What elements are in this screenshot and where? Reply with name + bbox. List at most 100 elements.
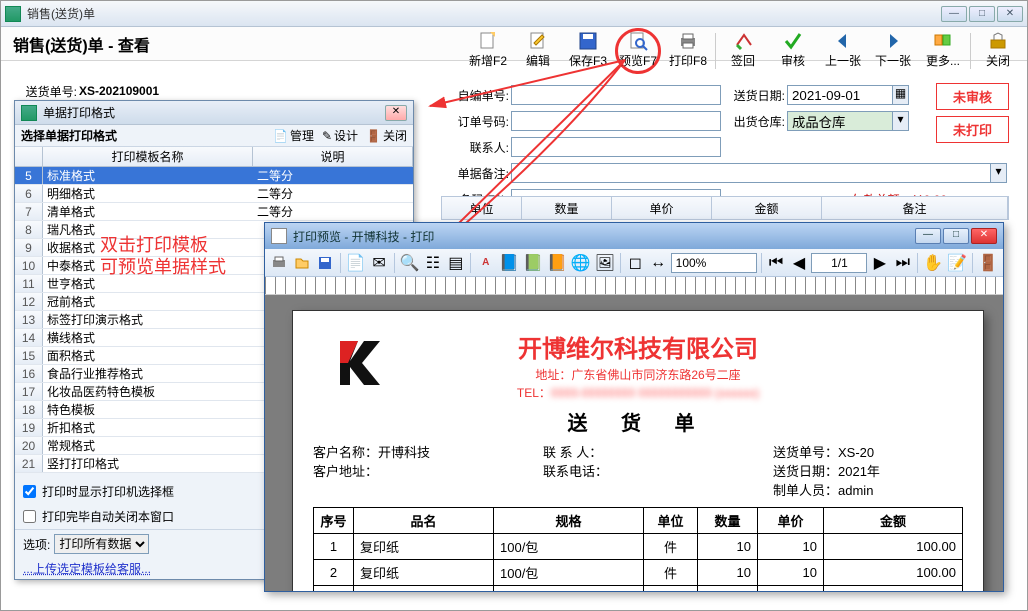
- template-close-x[interactable]: ✕: [385, 105, 407, 121]
- col-unit: 单位: [442, 197, 522, 219]
- template-close-button[interactable]: 🚪关闭: [366, 127, 407, 144]
- pv-note-icon[interactable]: 📝: [946, 252, 968, 274]
- template-row[interactable]: 5标准格式二等分: [15, 167, 413, 185]
- pv-next-icon[interactable]: ▶: [869, 252, 890, 274]
- company-address: 地址：广东省佛山市同济东路26号二座: [313, 366, 963, 383]
- col-amount: 金额: [712, 197, 822, 219]
- maximize-button[interactable]: □: [969, 6, 995, 22]
- contact-label: 联系人:: [451, 139, 509, 156]
- pv-print-icon[interactable]: [269, 252, 290, 274]
- pv-mail-icon[interactable]: ✉: [369, 252, 390, 274]
- pv-first-icon[interactable]: ⏮: [766, 252, 787, 274]
- close-button[interactable]: ✕: [997, 6, 1023, 22]
- status-unaudit: 未审核: [936, 83, 1009, 110]
- remark-input[interactable]: [511, 163, 991, 183]
- company-tel: TEL：0000-00000000 00000000000 (xxxxxx): [313, 384, 963, 401]
- order-no-label: 订单号码:: [451, 113, 509, 130]
- preview-canvas[interactable]: 开博维尔科技有限公司 地址：广东省佛山市同济东路26号二座 TEL：0000-0…: [265, 295, 1003, 591]
- tpl-col-desc: 说明: [253, 147, 413, 166]
- template-manage-button[interactable]: 📄管理: [273, 127, 314, 144]
- pv-tree-icon[interactable]: ☷: [422, 252, 443, 274]
- logo-icon: [333, 339, 385, 387]
- dialog-icon: [21, 105, 37, 121]
- preview-button[interactable]: 预览F7: [615, 28, 661, 74]
- pv-last-icon[interactable]: ⏭: [892, 252, 913, 274]
- remark-dropdown-icon[interactable]: ▾: [991, 163, 1007, 183]
- template-row[interactable]: 6明细格式二等分: [15, 185, 413, 203]
- opt-show-printer-checkbox[interactable]: [23, 485, 36, 498]
- doc-title: 送 货 单: [313, 407, 963, 436]
- pv-export-icon[interactable]: 📄: [345, 252, 367, 274]
- print-button[interactable]: 打印F8: [665, 31, 711, 71]
- tpl-col-name: 打印模板名称: [43, 147, 253, 166]
- main-titlebar: 销售(送货)单 — □ ✕: [1, 1, 1027, 27]
- return-button[interactable]: 签回: [720, 31, 766, 71]
- pv-zoom-input[interactable]: [671, 253, 757, 273]
- status-unprint: 未打印: [936, 116, 1009, 143]
- pv-html-icon[interactable]: 🌐: [570, 252, 592, 274]
- remark-label: 单据备注:: [451, 165, 509, 182]
- close-button-tb[interactable]: 关闭: [975, 31, 1021, 71]
- pv-page-input[interactable]: [811, 253, 867, 273]
- company-name: 开博维尔科技有限公司: [313, 329, 963, 364]
- warehouse-label: 出货仓库:: [727, 113, 785, 130]
- preview-window: 打印预览 - 开博科技 - 打印 — □ ✕ 📄 ✉ 🔍 ☷ ▤ A 📘 📗 📙…: [264, 222, 1004, 592]
- new-button[interactable]: 新增F2: [465, 31, 511, 71]
- edit-button[interactable]: 编辑: [515, 31, 561, 71]
- pv-exit-icon[interactable]: 🚪: [977, 252, 999, 274]
- preview-title: 打印预览 - 开博科技 - 打印: [293, 228, 434, 245]
- template-subbar: 选择单据打印格式 📄管理 ✎设计 🚪关闭: [15, 125, 413, 147]
- warehouse-dropdown-icon[interactable]: ▾: [893, 111, 909, 131]
- opt-autoclose-checkbox[interactable]: [23, 510, 36, 523]
- pv-img-icon[interactable]: 🖼: [594, 252, 616, 274]
- pv-pdf-icon[interactable]: A: [475, 252, 496, 274]
- audit-button[interactable]: 审核: [770, 31, 816, 71]
- preview-min-button[interactable]: —: [915, 228, 941, 244]
- pv-save-icon[interactable]: [315, 252, 336, 274]
- pv-open-icon[interactable]: [292, 252, 313, 274]
- preview-titlebar: 打印预览 - 开博科技 - 打印 — □ ✕: [265, 223, 1003, 249]
- app-icon: [5, 6, 21, 22]
- template-row[interactable]: 7清单格式二等分: [15, 203, 413, 221]
- self-no-input[interactable]: [511, 85, 721, 105]
- more-button[interactable]: 更多...: [920, 31, 966, 71]
- col-price: 单价: [612, 197, 712, 219]
- calendar-icon[interactable]: ▦: [893, 85, 909, 105]
- preview-close-button[interactable]: ✕: [971, 228, 997, 244]
- pv-thumb-icon[interactable]: ▤: [445, 252, 466, 274]
- preview-ruler: [265, 277, 1003, 295]
- pv-xls-icon[interactable]: 📗: [522, 252, 544, 274]
- template-title: 单据打印格式: [43, 104, 115, 121]
- doc-table: 序号品名规格单位数量单价金额 1复印纸100/包件1010100.002复印纸1…: [313, 507, 963, 591]
- order-no-input[interactable]: [511, 111, 721, 131]
- template-subtitle: 选择单据打印格式: [21, 127, 265, 144]
- main-grid-header: 单位 数量 单价 金额 备注: [441, 196, 1009, 220]
- pv-csv-icon[interactable]: 📙: [546, 252, 568, 274]
- deliver-no-label: 送货单号:: [19, 83, 77, 100]
- pv-hand-icon[interactable]: ✋: [922, 252, 944, 274]
- filter-label: 选项:: [23, 536, 50, 553]
- deliver-date-label: 送货日期:: [727, 87, 785, 104]
- minimize-button[interactable]: —: [941, 6, 967, 22]
- pv-rtf-icon[interactable]: 📘: [498, 252, 520, 274]
- pv-find-icon[interactable]: 🔍: [399, 252, 421, 274]
- preview-max-button[interactable]: □: [943, 228, 969, 244]
- preview-icon: [271, 228, 287, 244]
- form-right2: 送货日期: ▦ 出货仓库: ▾: [727, 83, 909, 135]
- template-grid-header: 打印模板名称 说明: [15, 147, 413, 167]
- pv-fitpage-icon[interactable]: ◻: [625, 252, 646, 274]
- pv-prev-icon[interactable]: ◀: [789, 252, 810, 274]
- preview-toolbar: 📄 ✉ 🔍 ☷ ▤ A 📘 📗 📙 🌐 🖼 ◻ ↔ ⏮ ◀ ▶ ⏭ ✋ 📝 🚪: [265, 249, 1003, 277]
- next-button[interactable]: 下一张: [870, 31, 916, 71]
- deliver-no-value: XS-202109001: [79, 84, 159, 98]
- filter-select[interactable]: 打印所有数据: [54, 534, 149, 554]
- save-button[interactable]: 保存F3: [565, 31, 611, 71]
- top-toolbar: 新增F2 编辑 保存F3 预览F7 打印F8 签回 审核 上一张 下一张 更多.…: [465, 29, 1021, 73]
- contact-input[interactable]: [511, 137, 721, 157]
- template-design-button[interactable]: ✎设计: [322, 127, 358, 144]
- prev-button[interactable]: 上一张: [820, 31, 866, 71]
- warehouse-input[interactable]: [787, 111, 893, 131]
- deliver-date-input[interactable]: [787, 85, 893, 105]
- pv-fitwidth-icon[interactable]: ↔: [648, 252, 669, 274]
- self-no-label: 自编单号:: [451, 87, 509, 104]
